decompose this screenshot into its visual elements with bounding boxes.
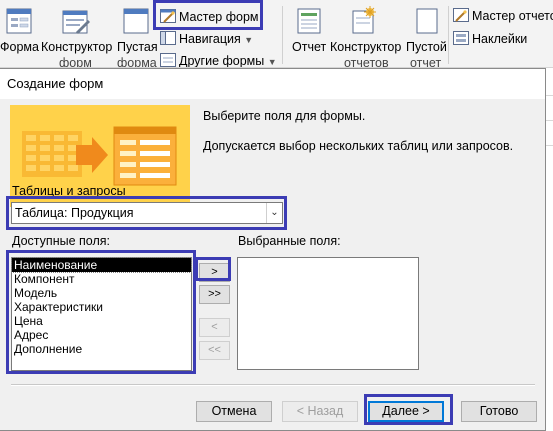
report-wizard-label: Мастер отчето [472,9,553,23]
tables-queries-select[interactable]: Таблица: Продукция ⌄ [11,202,283,224]
chevron-down-icon: ▼ [267,57,277,67]
blank-report-icon [416,8,438,34]
form-designer-label: Конструктор [41,40,113,54]
form-wizard-icon [160,9,176,23]
blank-form-label-line2: форма [117,56,157,68]
other-forms-label: Другие формы [179,54,265,68]
form-icon [6,8,32,34]
report-designer-label-line2: отчетов [344,56,389,68]
selected-fields-list[interactable] [237,257,419,370]
blank-form-label: Пустая [117,40,158,54]
form-button-label: Форма [0,40,39,54]
navigation-icon [160,31,176,45]
blank-form-button[interactable]: Пустая форма [114,0,158,68]
report-designer-label: Конструктор [330,40,402,54]
available-fields-list[interactable]: Наименование Компонент Модель Характерис… [11,257,192,371]
list-item[interactable]: Адрес [12,328,191,342]
tables-queries-label: Таблицы и запросы [12,184,126,198]
move-all-button[interactable]: >> [199,285,230,304]
blank-report-button[interactable]: Пустой отчет [404,0,448,68]
remove-all-button[interactable]: << [199,341,230,360]
form-wizard-dialog: Создание форм Выберите поля для формы. Д… [0,68,546,431]
form-button[interactable]: Форма [0,0,40,67]
ribbon-separator [448,6,449,64]
available-fields-label: Доступные поля: [12,234,110,248]
form-designer-button[interactable]: Конструктор форм [41,0,114,68]
tables-queries-value: Таблица: Продукция [15,206,134,220]
other-forms-button[interactable]: Другие формы ▼ [160,53,277,68]
blank-report-label-line2: отчет [410,56,442,68]
labels-label: Наклейки [472,32,528,46]
divider [11,385,535,386]
chevron-down-icon[interactable]: ⌄ [266,203,282,223]
back-button[interactable]: < Назад [282,401,358,422]
report-designer-icon [352,6,376,34]
blank-form-icon [123,8,149,34]
list-item[interactable]: Дополнение [12,342,191,356]
chevron-down-icon: ▼ [244,35,254,45]
list-item[interactable]: Модель [12,286,191,300]
ribbon-separator [282,6,283,64]
form-wizard-label: Мастер форм [179,10,259,24]
navigation-label: Навигация [179,32,241,46]
next-button[interactable]: Далее > [368,401,444,422]
form-designer-label-line2: форм [59,56,92,68]
report-label: Отчет [292,40,327,54]
report-button[interactable]: Отчет [289,0,329,67]
remove-one-button[interactable]: < [199,318,230,337]
labels-button[interactable]: Наклейки [453,31,527,47]
other-forms-icon [160,53,176,67]
ribbon: Форма Конструктор форм Пустая форма Маст… [0,0,553,68]
list-item[interactable]: Компонент [12,272,191,286]
list-item[interactable]: Наименование [11,257,192,273]
report-wizard-icon [453,8,469,22]
form-designer-icon [62,10,90,34]
form-wizard-button[interactable]: Мастер форм [160,9,259,25]
finish-button[interactable]: Готово [461,401,537,422]
cancel-button[interactable]: Отмена [196,401,272,422]
report-designer-button[interactable]: Конструктор отчетов [330,0,403,68]
blank-report-label: Пустой [406,40,447,54]
report-wizard-button[interactable]: Мастер отчето [453,8,553,24]
list-item[interactable]: Цена [12,314,191,328]
wizard-hint: Допускается выбор нескольких таблиц или … [203,139,514,153]
selected-fields-label: Выбранные поля: [238,234,341,248]
navigation-button[interactable]: Навигация ▼ [160,31,253,48]
report-icon [297,8,321,34]
dialog-title: Создание форм [0,69,545,99]
list-item[interactable]: Характеристики [12,300,191,314]
wizard-prompt: Выберите поля для формы. [203,109,366,123]
move-one-button[interactable]: > [199,263,230,282]
labels-icon [453,31,469,45]
